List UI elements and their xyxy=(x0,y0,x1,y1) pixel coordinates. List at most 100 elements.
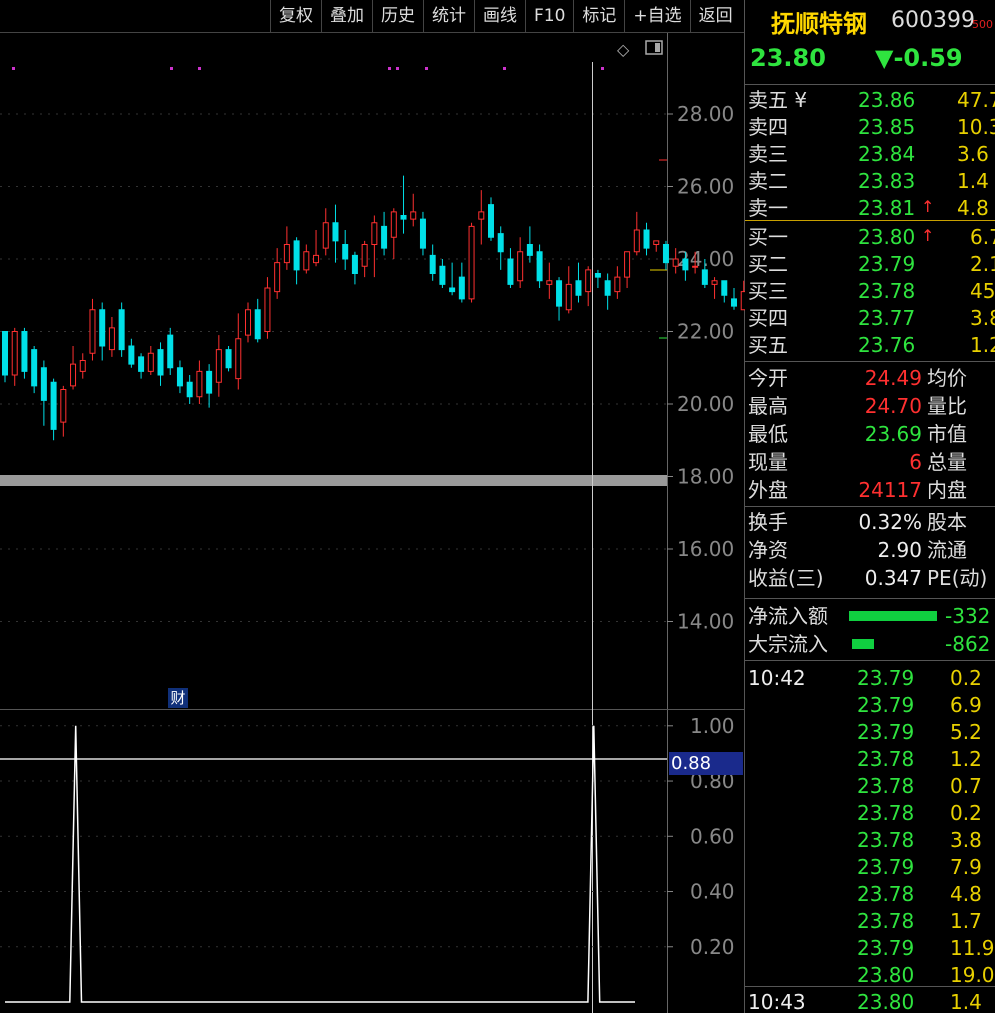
order-book-buy-row: 买二 23.79 2.1 xyxy=(745,250,995,278)
stat-label-2: 量比 xyxy=(927,394,967,418)
stats-row: 外盘 24117 内盘 xyxy=(745,476,995,504)
tick-volume: 0.2 xyxy=(950,666,982,690)
candle-body xyxy=(245,309,251,336)
stat-value: 0.32% xyxy=(858,510,922,534)
order-book-sell-row: 卖一 23.81 4.8 xyxy=(745,194,995,222)
panel-separator xyxy=(745,660,995,661)
signal-marker xyxy=(503,67,506,70)
tick-price: 23.78 xyxy=(857,882,915,906)
panel-separator xyxy=(745,84,995,85)
indicator-tick-label: 0.60 xyxy=(690,824,735,848)
candle-body xyxy=(157,349,164,376)
tick-time: 10:43 xyxy=(748,990,806,1013)
order-price: 23.76 xyxy=(858,333,916,357)
arrow-up-icon: ↑ xyxy=(921,226,935,245)
tick-price: 23.80 xyxy=(857,963,915,987)
candle-body xyxy=(594,273,601,278)
tick-volume: 3.8 xyxy=(950,828,982,852)
stat-label-2: 均价 xyxy=(927,366,967,390)
candle-body xyxy=(108,327,115,351)
restore-rights-button[interactable]: 复权 xyxy=(270,0,321,32)
candle-body xyxy=(11,331,18,376)
candle-body xyxy=(390,211,397,238)
tick-price: 23.79 xyxy=(857,855,915,879)
tick-price: 23.80 xyxy=(857,990,915,1013)
candle-body xyxy=(439,265,446,285)
candle-body xyxy=(118,309,125,351)
candle-body xyxy=(283,244,290,264)
candle-body xyxy=(371,222,378,245)
order-label: 卖三 xyxy=(748,142,788,166)
stats-row: 最低 23.69 市值 xyxy=(745,420,995,448)
order-volume: 10.3 xyxy=(957,115,995,139)
stats-row: 今开 24.49 均价 xyxy=(745,364,995,392)
candle-body xyxy=(361,244,368,267)
tick-row: 10:43 23.80 1.4 xyxy=(745,988,995,1013)
tick-price: 23.78 xyxy=(857,774,915,798)
stat-label: 净资 xyxy=(748,538,788,562)
quote-panel: 抚顺特钢 600399 500 23.80 ▼-0.59 卖五 ¥ 23.86 47… xyxy=(745,0,995,1013)
candle-body xyxy=(21,331,28,372)
draw-line-button[interactable]: 画线 xyxy=(474,0,525,32)
flow-value: -332 xyxy=(945,604,991,628)
flow-bar xyxy=(849,611,937,621)
financial-report-badge[interactable]: 财 xyxy=(168,688,188,708)
stats2-row: 收益(三) 0.347 PE(动) xyxy=(745,564,995,592)
candle-body xyxy=(419,218,426,249)
candle-body xyxy=(167,334,174,369)
candle-body xyxy=(176,367,183,387)
add-watchlist-button[interactable]: +自选 xyxy=(624,0,689,32)
order-volume: 2.1 xyxy=(970,252,995,276)
signal-marker xyxy=(396,67,399,70)
candle-body xyxy=(70,363,77,387)
statistics-button[interactable]: 统计 xyxy=(423,0,474,32)
candle-body xyxy=(458,276,465,300)
order-label: 买三 xyxy=(748,279,788,303)
f10-button[interactable]: F10 xyxy=(525,0,573,32)
mark-button[interactable]: 标记 xyxy=(573,0,624,32)
candle-body xyxy=(653,240,660,245)
order-price: 23.80 xyxy=(858,225,916,249)
stat-label: 现量 xyxy=(748,450,788,474)
candle-body xyxy=(507,258,514,285)
signal-marker xyxy=(601,67,604,70)
order-book-buy-row: 买五 23.76 1.2 xyxy=(745,331,995,359)
candle-body xyxy=(235,338,242,380)
stat-label: 换手 xyxy=(748,510,788,534)
tick-price: 23.79 xyxy=(857,720,915,744)
overlay-button[interactable]: 叠加 xyxy=(321,0,372,32)
stat-label: 外盘 xyxy=(748,478,788,502)
candle-body xyxy=(614,276,621,293)
back-button[interactable]: 返回 xyxy=(689,0,741,32)
candle-body xyxy=(99,309,106,347)
order-label: 买四 xyxy=(748,306,788,330)
price-tick-label: 20.00 xyxy=(677,392,734,416)
price-tick-label: 18.00 xyxy=(677,465,734,489)
candle-body xyxy=(313,254,320,264)
tick-volume: 6.9 xyxy=(950,693,982,717)
signal-marker xyxy=(12,67,15,70)
signal-marker xyxy=(388,67,391,70)
candle-body xyxy=(556,280,563,307)
order-label: 卖四 xyxy=(748,115,788,139)
history-button[interactable]: 历史 xyxy=(372,0,423,32)
flow-row: 大宗流入 -862 xyxy=(745,630,995,658)
stat-label-2: PE(动) xyxy=(927,566,988,590)
candle-body xyxy=(731,298,737,307)
stat-label: 最低 xyxy=(748,422,788,446)
chart-area[interactable]: 28.0026.0024.0022.0020.0018.0016.0014.00… xyxy=(0,0,745,1013)
stats2-row: 净资 2.90 流通 xyxy=(745,536,995,564)
order-label: 买二 xyxy=(748,252,788,276)
tick-row: 23.78 1.2 xyxy=(745,745,995,773)
tick-row: 23.78 3.8 xyxy=(745,826,995,854)
tick-price: 23.78 xyxy=(857,909,915,933)
signal-marker xyxy=(198,67,201,70)
tick-volume: 11.9 xyxy=(950,936,995,960)
tick-price: 23.78 xyxy=(857,801,915,825)
stock-code: 600399 xyxy=(891,8,975,33)
tick-row: 23.78 0.7 xyxy=(745,772,995,800)
candle-body xyxy=(429,254,436,274)
tick-volume: 5.2 xyxy=(950,720,982,744)
tick-row: 23.78 1.7 xyxy=(745,907,995,935)
stat-value: 0.347 xyxy=(864,566,922,590)
